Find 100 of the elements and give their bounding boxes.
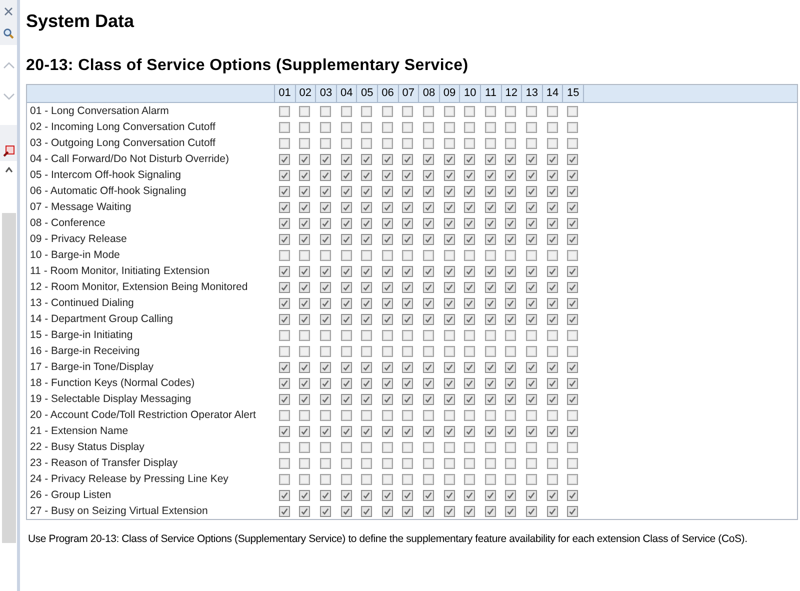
checkbox[interactable] xyxy=(444,298,455,308)
checkbox[interactable] xyxy=(546,282,558,292)
checkbox[interactable] xyxy=(278,106,290,116)
checkbox[interactable] xyxy=(526,234,537,244)
checkbox[interactable] xyxy=(361,154,372,164)
checkbox[interactable] xyxy=(505,426,516,436)
checkbox[interactable] xyxy=(505,282,516,292)
checkbox[interactable] xyxy=(444,506,455,516)
checkbox[interactable] xyxy=(546,330,558,340)
checkbox[interactable] xyxy=(278,138,290,148)
checkbox[interactable] xyxy=(484,442,496,452)
checkbox[interactable] xyxy=(361,106,372,116)
checkbox[interactable] xyxy=(546,170,558,180)
checkbox[interactable] xyxy=(402,314,414,324)
checkbox[interactable] xyxy=(567,474,578,484)
checkbox[interactable] xyxy=(526,170,537,180)
checkbox[interactable] xyxy=(340,122,352,132)
checkbox[interactable] xyxy=(382,202,393,212)
checkbox[interactable] xyxy=(526,362,537,372)
checkbox[interactable] xyxy=(444,474,455,484)
checkbox[interactable] xyxy=(361,458,372,468)
checkbox[interactable] xyxy=(567,490,578,500)
checkbox[interactable] xyxy=(299,106,310,116)
checkbox[interactable] xyxy=(320,170,331,180)
checkbox[interactable] xyxy=(444,266,455,276)
checkbox[interactable] xyxy=(484,506,496,516)
checkbox[interactable] xyxy=(382,154,393,164)
checkbox[interactable] xyxy=(320,362,331,372)
checkbox[interactable] xyxy=(484,362,496,372)
checkbox[interactable] xyxy=(484,234,496,244)
checkbox[interactable] xyxy=(444,186,455,196)
checkbox[interactable] xyxy=(484,106,496,116)
checkbox[interactable] xyxy=(505,170,516,180)
checkbox[interactable] xyxy=(340,362,352,372)
checkbox[interactable] xyxy=(444,442,455,452)
checkbox[interactable] xyxy=(422,202,434,212)
checkbox[interactable] xyxy=(526,186,537,196)
checkbox[interactable] xyxy=(320,154,331,164)
checkbox[interactable] xyxy=(340,314,352,324)
checkbox[interactable] xyxy=(361,394,372,404)
checkbox[interactable] xyxy=(402,218,414,228)
checkbox[interactable] xyxy=(402,346,414,356)
checkbox[interactable] xyxy=(464,474,476,484)
checkbox[interactable] xyxy=(320,234,331,244)
checkbox[interactable] xyxy=(444,202,455,212)
checkbox[interactable] xyxy=(361,234,372,244)
checkbox[interactable] xyxy=(299,202,310,212)
checkbox[interactable] xyxy=(278,378,290,388)
checkbox[interactable] xyxy=(299,138,310,148)
checkbox[interactable] xyxy=(299,474,310,484)
checkbox[interactable] xyxy=(546,378,558,388)
caret-up-icon[interactable] xyxy=(4,167,12,173)
checkbox[interactable] xyxy=(567,410,578,420)
checkbox[interactable] xyxy=(505,394,516,404)
checkbox[interactable] xyxy=(444,330,455,340)
checkbox[interactable] xyxy=(278,122,290,132)
checkbox[interactable] xyxy=(299,218,310,228)
checkbox[interactable] xyxy=(526,122,537,132)
checkbox[interactable] xyxy=(464,378,476,388)
checkbox[interactable] xyxy=(484,202,496,212)
checkbox[interactable] xyxy=(402,138,414,148)
checkbox[interactable] xyxy=(340,282,352,292)
checkbox[interactable] xyxy=(505,490,516,500)
checkbox[interactable] xyxy=(464,170,476,180)
checkbox[interactable] xyxy=(382,250,393,260)
checkbox[interactable] xyxy=(299,442,310,452)
checkbox[interactable] xyxy=(505,314,516,324)
checkbox[interactable] xyxy=(464,218,476,228)
checkbox[interactable] xyxy=(567,154,578,164)
checkbox[interactable] xyxy=(484,138,496,148)
checkbox[interactable] xyxy=(505,250,516,260)
checkbox[interactable] xyxy=(320,202,331,212)
checkbox[interactable] xyxy=(278,202,290,212)
checkbox[interactable] xyxy=(422,426,434,436)
checkbox[interactable] xyxy=(299,266,310,276)
checkbox[interactable] xyxy=(340,410,352,420)
checkbox[interactable] xyxy=(382,138,393,148)
checkbox[interactable] xyxy=(361,442,372,452)
checkbox[interactable] xyxy=(382,266,393,276)
checkbox[interactable] xyxy=(505,138,516,148)
checkbox[interactable] xyxy=(320,298,331,308)
checkbox[interactable] xyxy=(546,362,558,372)
checkbox[interactable] xyxy=(464,234,476,244)
checkbox[interactable] xyxy=(320,250,331,260)
checkbox[interactable] xyxy=(402,394,414,404)
checkbox[interactable] xyxy=(567,266,578,276)
checkbox[interactable] xyxy=(464,346,476,356)
checkbox[interactable] xyxy=(382,218,393,228)
checkbox[interactable] xyxy=(567,506,578,516)
checkbox[interactable] xyxy=(402,458,414,468)
checkbox[interactable] xyxy=(402,330,414,340)
checkbox[interactable] xyxy=(526,378,537,388)
checkbox[interactable] xyxy=(526,250,537,260)
checkbox[interactable] xyxy=(444,490,455,500)
checkbox[interactable] xyxy=(382,474,393,484)
checkbox[interactable] xyxy=(546,314,558,324)
checkbox[interactable] xyxy=(567,202,578,212)
checkbox[interactable] xyxy=(382,282,393,292)
checkbox[interactable] xyxy=(422,298,434,308)
checkbox[interactable] xyxy=(278,298,290,308)
